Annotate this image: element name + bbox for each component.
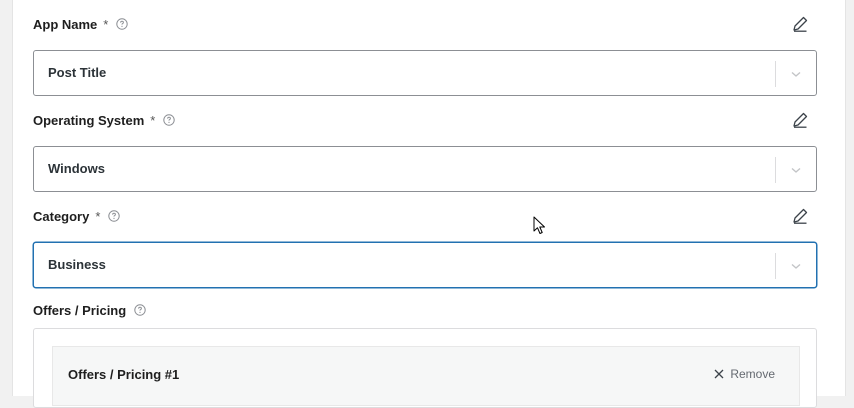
offers-pricing-item-title: Offers / Pricing #1 [68, 367, 180, 382]
app-name-label: App Name [33, 16, 98, 32]
help-icon[interactable] [116, 18, 129, 30]
operating-system-label: Operating System [33, 112, 145, 128]
close-x-icon [714, 369, 724, 379]
remove-button[interactable]: Remove [714, 367, 775, 381]
pencil-edit-icon[interactable] [791, 111, 809, 129]
offers-pricing-label: Offers / Pricing [33, 302, 127, 318]
mouse-cursor-icon [533, 216, 545, 234]
form-panel: App Name * Post Title Operating System * [12, 0, 846, 408]
operating-system-label-row: Operating System * [33, 110, 817, 130]
remove-label: Remove [730, 367, 775, 381]
offers-pricing-item[interactable]: Offers / Pricing #1 Remove [52, 346, 800, 406]
chevron-down-icon[interactable] [790, 67, 802, 79]
category-label: Category [33, 208, 90, 224]
help-icon[interactable] [163, 114, 176, 126]
required-asterisk: * [103, 16, 109, 32]
operating-system-field: Operating System * Windows [33, 110, 817, 192]
chevron-down-icon[interactable] [790, 163, 802, 175]
offers-pricing-repeater: Offers / Pricing #1 Remove [33, 328, 817, 408]
pencil-edit-icon[interactable] [791, 207, 809, 225]
select-separator [775, 253, 776, 279]
operating-system-select[interactable]: Windows [33, 146, 817, 192]
app-name-select[interactable]: Post Title [33, 50, 817, 96]
category-value: Business [48, 257, 106, 272]
offers-pricing-label-row: Offers / Pricing [33, 300, 817, 320]
app-name-label-row: App Name * [33, 14, 817, 34]
help-icon[interactable] [134, 304, 146, 316]
app-name-field: App Name * Post Title [33, 14, 817, 96]
operating-system-value: Windows [48, 161, 105, 176]
select-separator [775, 61, 776, 87]
required-asterisk: * [95, 208, 101, 224]
pencil-edit-icon[interactable] [791, 15, 809, 33]
offers-pricing-field: Offers / Pricing [33, 300, 817, 320]
help-icon[interactable] [108, 210, 121, 222]
category-label-row: Category * [33, 206, 817, 226]
category-field: Category * Business [33, 206, 817, 288]
chevron-down-icon[interactable] [790, 259, 802, 271]
select-separator [775, 157, 776, 183]
category-select[interactable]: Business [33, 242, 817, 288]
required-asterisk: * [150, 112, 156, 128]
app-name-value: Post Title [48, 65, 107, 80]
